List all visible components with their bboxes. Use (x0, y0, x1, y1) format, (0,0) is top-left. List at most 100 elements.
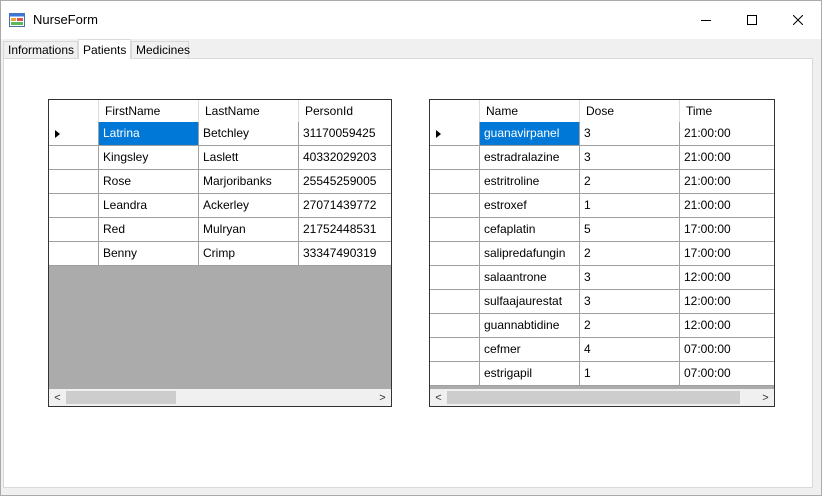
table-cell-dose[interactable]: 1 (580, 362, 680, 386)
row-header[interactable] (49, 194, 99, 218)
table-cell-dose[interactable]: 3 (580, 146, 680, 170)
maximize-button[interactable] (729, 1, 775, 39)
table-cell-first[interactable]: Kingsley (99, 146, 199, 170)
scroll-left-button[interactable]: < (430, 389, 447, 406)
scrollbar-thumb[interactable] (447, 391, 740, 404)
table-cell-first[interactable]: Rose (99, 170, 199, 194)
column-header-dose[interactable]: Dose (580, 100, 680, 122)
table-cell-time[interactable]: 12:00:00 (680, 290, 774, 314)
table-row[interactable]: salipredafungin 2 17:00:00 (430, 242, 774, 266)
row-header[interactable] (49, 242, 99, 266)
table-cell-first[interactable]: Latrina (99, 122, 199, 146)
table-cell-time[interactable]: 17:00:00 (680, 218, 774, 242)
table-cell-time[interactable]: 07:00:00 (680, 362, 774, 386)
close-button[interactable] (775, 1, 821, 39)
table-row[interactable]: estritroline 2 21:00:00 (430, 170, 774, 194)
minimize-button[interactable] (683, 1, 729, 39)
table-cell-id[interactable]: 27071439772 (299, 194, 391, 218)
column-header-personid[interactable]: PersonId (299, 100, 391, 122)
table-cell-last[interactable]: Mulryan (199, 218, 299, 242)
table-cell-dose[interactable]: 2 (580, 314, 680, 338)
table-row[interactable]: estrigapil 1 07:00:00 (430, 362, 774, 386)
table-row[interactable]: Rose Marjoribanks 25545259005 (49, 170, 391, 194)
column-header-name[interactable]: Name (480, 100, 580, 122)
table-cell-name[interactable]: guanavirpanel (480, 122, 580, 146)
row-header[interactable] (49, 170, 99, 194)
table-row[interactable]: cefmer 4 07:00:00 (430, 338, 774, 362)
medicines-grid[interactable]: Name Dose Time guanavirpanel 3 21:00:00 est… (429, 99, 775, 407)
row-header[interactable] (49, 122, 99, 146)
row-header[interactable] (430, 194, 480, 218)
table-cell-name[interactable]: cefaplatin (480, 218, 580, 242)
scroll-right-button[interactable]: > (374, 389, 391, 406)
table-cell-time[interactable]: 07:00:00 (680, 338, 774, 362)
table-cell-dose[interactable]: 3 (580, 290, 680, 314)
table-cell-id[interactable]: 31170059425 (299, 122, 391, 146)
table-cell-dose[interactable]: 3 (580, 266, 680, 290)
medicines-horizontal-scrollbar[interactable]: < > (430, 389, 774, 406)
table-cell-id[interactable]: 25545259005 (299, 170, 391, 194)
table-cell-id[interactable]: 21752448531 (299, 218, 391, 242)
table-cell-name[interactable]: salipredafungin (480, 242, 580, 266)
table-cell-dose[interactable]: 5 (580, 218, 680, 242)
table-cell-time[interactable]: 12:00:00 (680, 314, 774, 338)
table-cell-time[interactable]: 12:00:00 (680, 266, 774, 290)
table-cell-first[interactable]: Red (99, 218, 199, 242)
table-cell-time[interactable]: 17:00:00 (680, 242, 774, 266)
patients-horizontal-scrollbar[interactable]: < > (49, 389, 391, 406)
table-cell-dose[interactable]: 2 (580, 170, 680, 194)
tab-informations[interactable]: Informations (3, 41, 78, 58)
table-cell-id[interactable]: 33347490319 (299, 242, 391, 266)
row-header[interactable] (49, 146, 99, 170)
patients-grid[interactable]: FirstName LastName PersonId Latrina Betch… (48, 99, 392, 407)
column-header-lastname[interactable]: LastName (199, 100, 299, 122)
table-row[interactable]: guanavirpanel 3 21:00:00 (430, 122, 774, 146)
table-row[interactable]: Kingsley Laslett 40332029203 (49, 146, 391, 170)
table-row[interactable]: guannabtidine 2 12:00:00 (430, 314, 774, 338)
table-row[interactable]: Red Mulryan 21752448531 (49, 218, 391, 242)
table-cell-name[interactable]: estritroline (480, 170, 580, 194)
table-cell-name[interactable]: sulfaajaurestat (480, 290, 580, 314)
table-cell-name[interactable]: salaantrone (480, 266, 580, 290)
table-row[interactable]: estroxef 1 21:00:00 (430, 194, 774, 218)
table-row[interactable]: Leandra Ackerley 27071439772 (49, 194, 391, 218)
table-cell-time[interactable]: 21:00:00 (680, 122, 774, 146)
table-cell-name[interactable]: estradralazine (480, 146, 580, 170)
row-header[interactable] (430, 146, 480, 170)
row-header[interactable] (430, 314, 480, 338)
row-header[interactable] (430, 218, 480, 242)
title-bar[interactable]: NurseForm (1, 1, 821, 39)
table-cell-name[interactable]: estroxef (480, 194, 580, 218)
row-header[interactable] (430, 122, 480, 146)
table-cell-first[interactable]: Benny (99, 242, 199, 266)
table-row[interactable]: Latrina Betchley 31170059425 (49, 122, 391, 146)
table-cell-name[interactable]: cefmer (480, 338, 580, 362)
row-header[interactable] (430, 170, 480, 194)
scrollbar-thumb[interactable] (66, 391, 176, 404)
row-header[interactable] (430, 362, 480, 386)
table-row[interactable]: salaantrone 3 12:00:00 (430, 266, 774, 290)
table-cell-dose[interactable]: 3 (580, 122, 680, 146)
tab-medicines[interactable]: Medicines (131, 41, 190, 58)
table-cell-last[interactable]: Crimp (199, 242, 299, 266)
table-cell-last[interactable]: Ackerley (199, 194, 299, 218)
row-header[interactable] (49, 218, 99, 242)
row-header[interactable] (430, 266, 480, 290)
table-cell-last[interactable]: Laslett (199, 146, 299, 170)
table-cell-dose[interactable]: 1 (580, 194, 680, 218)
table-cell-id[interactable]: 40332029203 (299, 146, 391, 170)
table-cell-time[interactable]: 21:00:00 (680, 194, 774, 218)
column-header-time[interactable]: Time (680, 100, 774, 122)
column-header-firstname[interactable]: FirstName (99, 100, 199, 122)
scroll-left-button[interactable]: < (49, 389, 66, 406)
table-row[interactable]: estradralazine 3 21:00:00 (430, 146, 774, 170)
table-cell-time[interactable]: 21:00:00 (680, 170, 774, 194)
table-cell-name[interactable]: estrigapil (480, 362, 580, 386)
table-cell-dose[interactable]: 2 (580, 242, 680, 266)
table-row[interactable]: cefaplatin 5 17:00:00 (430, 218, 774, 242)
table-row[interactable]: Benny Crimp 33347490319 (49, 242, 391, 266)
table-cell-last[interactable]: Betchley (199, 122, 299, 146)
row-header[interactable] (430, 338, 480, 362)
table-cell-name[interactable]: guannabtidine (480, 314, 580, 338)
row-header[interactable] (430, 242, 480, 266)
